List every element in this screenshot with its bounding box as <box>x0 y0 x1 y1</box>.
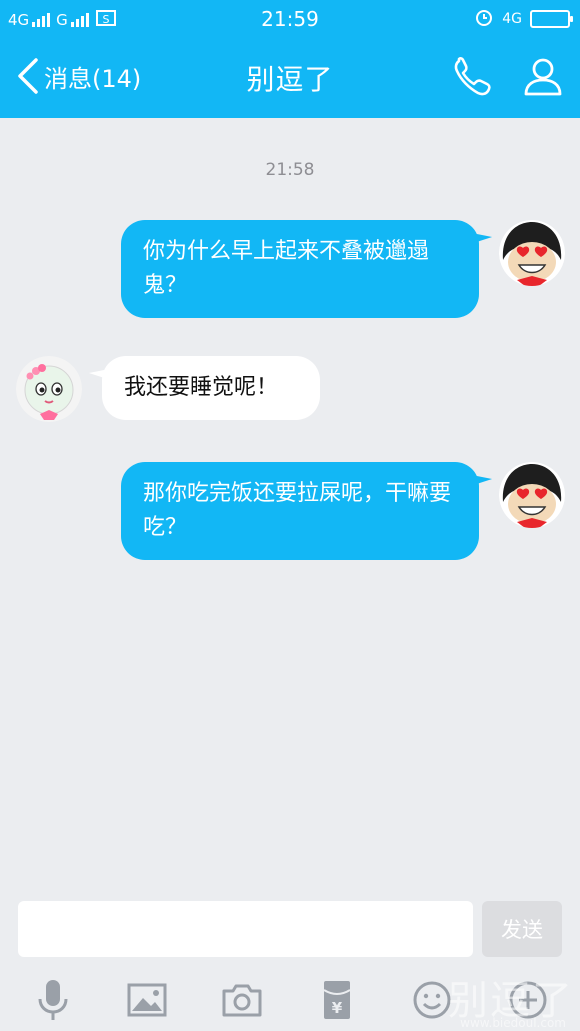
battery-icon <box>530 10 573 28</box>
camera-button[interactable] <box>218 976 266 1024</box>
emoji-icon <box>413 981 451 1019</box>
image-icon <box>127 983 167 1017</box>
contact-avatar[interactable] <box>16 356 82 422</box>
monkey-avatar-icon <box>499 462 565 528</box>
composer: 发送 ¥ 别逗了 www.biedoul.com <box>0 888 580 1031</box>
alarm-icon <box>474 7 494 31</box>
svg-text:¥: ¥ <box>332 999 343 1017</box>
message-timestamp: 21:58 <box>265 160 315 180</box>
title-bar: 消息(14) 别逗了 <box>0 38 580 118</box>
image-button[interactable] <box>123 976 171 1024</box>
phone-button[interactable] <box>450 54 496 100</box>
red-packet-icon: ¥ <box>323 981 351 1019</box>
status-bar: 4G G S 21:59 4G <box>0 0 580 38</box>
phone-icon <box>454 57 491 96</box>
status-right: 4G <box>474 7 573 31</box>
message-input[interactable] <box>18 901 473 957</box>
network-label-3: 4G <box>502 11 522 27</box>
composer-toolbar: ¥ <box>0 976 580 1031</box>
chat-area[interactable]: 21:58 你为什么早上起来不叠被邋遢鬼？ 我还要睡觉呢！ 那你吃完饭还要拉屎呢… <box>0 118 580 888</box>
plus-icon <box>509 981 547 1019</box>
monkey-avatar-icon <box>499 220 565 286</box>
incoming-message-bubble[interactable]: 我还要睡觉呢！ <box>102 356 320 420</box>
my-avatar[interactable] <box>499 462 565 528</box>
send-button[interactable]: 发送 <box>482 901 562 957</box>
girl-avatar-icon <box>16 356 82 422</box>
outgoing-message-bubble[interactable]: 你为什么早上起来不叠被邋遢鬼？ <box>121 220 479 318</box>
microphone-icon <box>38 980 68 1020</box>
my-avatar[interactable] <box>499 220 565 286</box>
emoji-button[interactable] <box>408 976 456 1024</box>
red-packet-button[interactable]: ¥ <box>313 976 361 1024</box>
outgoing-message-bubble[interactable]: 那你吃完饭还要拉屎呢，干嘛要吃？ <box>121 462 479 560</box>
voice-button[interactable] <box>29 976 77 1024</box>
camera-icon <box>222 984 262 1017</box>
user-icon <box>524 58 562 96</box>
more-button[interactable] <box>504 976 552 1024</box>
profile-button[interactable] <box>520 54 566 100</box>
